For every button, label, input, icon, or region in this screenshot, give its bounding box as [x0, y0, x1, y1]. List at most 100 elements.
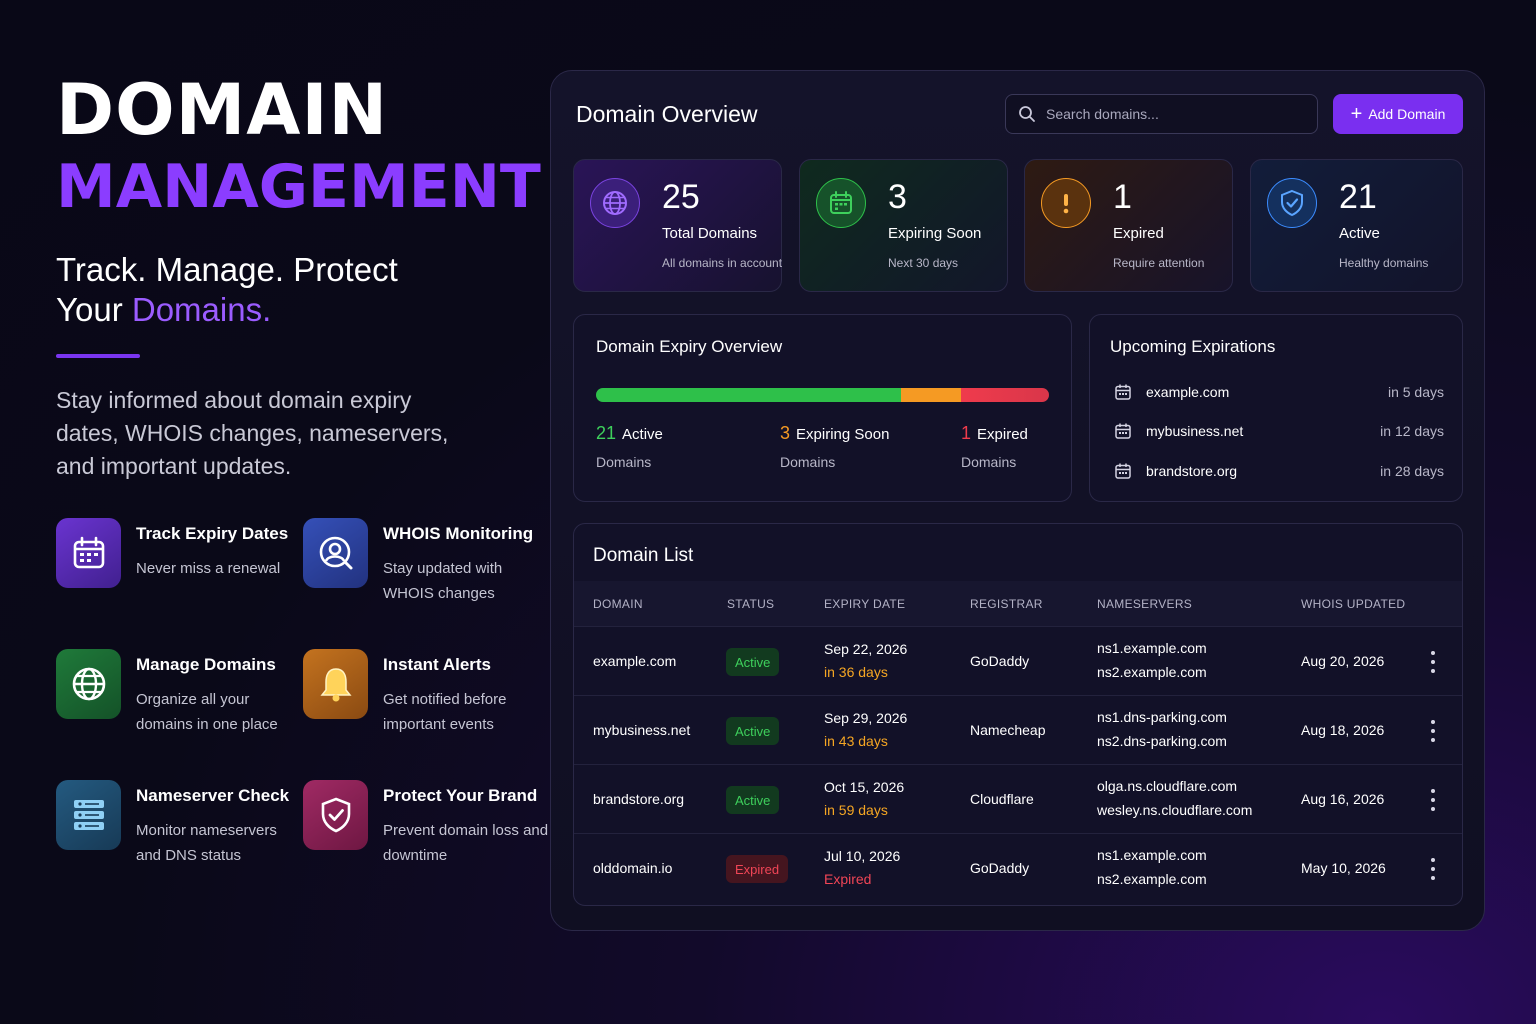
table-row[interactable]: olddomain.io Expired Jul 10, 2026 Expire…: [574, 833, 1462, 902]
feature-track-expiry: Track Expiry Dates Never miss a renewal: [56, 518, 296, 618]
hero-title-line1: DOMAIN: [56, 69, 389, 151]
cell-expiry-date: Jul 10, 2026: [824, 848, 901, 864]
stat-label: Total Domains: [662, 225, 758, 242]
search-input[interactable]: Search domains...: [1005, 94, 1318, 134]
upcoming-item[interactable]: mybusiness.net in 12 days: [1114, 420, 1444, 442]
tagline-your: Your: [56, 291, 132, 328]
col-header-expiry[interactable]: EXPIRY DATE: [824, 597, 905, 611]
legend-count: 21: [596, 423, 617, 443]
stat-label: Active: [1339, 225, 1380, 242]
add-domain-label: Add Domain: [1368, 106, 1446, 122]
tagline: Track. Manage. Protect Your Domains.: [56, 250, 526, 330]
upcoming-item[interactable]: brandstore.org in 28 days: [1114, 460, 1444, 482]
plus-icon: +: [1350, 103, 1363, 125]
stat-sub: All domains in account: [662, 256, 783, 270]
stat-expired[interactable]: 1 Expired Require attention: [1024, 159, 1233, 292]
row-menu-icon[interactable]: [1430, 651, 1436, 673]
stat-label: Expired: [1113, 225, 1164, 242]
stat-label: Expiring Soon: [888, 225, 982, 242]
row-menu-icon[interactable]: [1430, 858, 1436, 880]
feature-desc: Organize all your domains in one place: [136, 691, 278, 733]
cell-registrar: GoDaddy: [970, 653, 1030, 669]
cell-expiry-relative: in 43 days: [824, 733, 888, 749]
cell-nameserver-2: ns2.example.com: [1097, 871, 1207, 887]
tagline-line1: Track. Manage. Protect: [56, 251, 398, 288]
cell-expiry-relative: in 36 days: [824, 664, 888, 680]
col-header-registrar[interactable]: REGISTRAR: [970, 597, 1043, 611]
domain-list-card: Domain List DOMAIN STATUS EXPIRY DATE RE…: [573, 523, 1463, 906]
expiry-overview-card: Domain Expiry Overview 21 Active Domains …: [573, 314, 1072, 502]
status-badge: Active: [726, 786, 780, 814]
shield-check-icon: [303, 780, 368, 850]
col-header-domain[interactable]: DOMAIN: [593, 597, 643, 611]
exclamation-icon: [1041, 178, 1091, 228]
feature-desc: Prevent domain loss and downtime: [383, 822, 549, 864]
status-badge: Active: [726, 717, 780, 745]
upcoming-domain: example.com: [1146, 384, 1230, 400]
bar-segment-expiring: [901, 388, 961, 402]
cell-domain[interactable]: olddomain.io: [593, 860, 672, 876]
row-menu-icon[interactable]: [1430, 789, 1436, 811]
table-row[interactable]: brandstore.org Active Oct 15, 2026 in 59…: [574, 764, 1462, 833]
cell-nameserver-1: ns1.dns-parking.com: [1097, 709, 1227, 725]
stat-sub: Require attention: [1113, 256, 1205, 270]
globe-icon: [56, 649, 121, 719]
tagline-accent: Domains.: [131, 291, 272, 328]
hero-title-line2: MANAGEMENT: [56, 152, 541, 222]
stat-sub: Healthy domains: [1339, 256, 1429, 270]
cell-whois-updated: Aug 16, 2026: [1301, 791, 1385, 807]
stat-value: 1: [1113, 178, 1132, 216]
col-header-status[interactable]: STATUS: [727, 597, 774, 611]
row-menu-icon[interactable]: [1430, 720, 1436, 742]
legend-label: Active: [622, 426, 663, 443]
legend-label: Expired: [977, 426, 1028, 443]
upcoming-item[interactable]: example.com in 5 days: [1114, 381, 1444, 403]
feature-nameserver-check: Nameserver Check Monitor nameservers and…: [56, 780, 296, 880]
hero-divider: [56, 354, 140, 358]
feature-instant-alerts: Instant Alerts Get notified before impor…: [303, 649, 543, 749]
hero: DOMAIN MANAGEMENT Track. Manage. Protect…: [56, 69, 541, 483]
stat-value: 21: [1339, 178, 1377, 216]
search-placeholder: Search domains...: [1046, 106, 1159, 122]
upcoming-domain: mybusiness.net: [1146, 423, 1244, 439]
cell-registrar: Cloudflare: [970, 791, 1034, 807]
cell-whois-updated: May 10, 2026: [1301, 860, 1386, 876]
feature-desc: Stay updated with WHOIS changes: [383, 560, 503, 602]
dashboard-panel: Domain Overview Search domains... + Add …: [550, 70, 1485, 931]
calendar-icon: [816, 178, 866, 228]
calendar-icon: [1115, 423, 1131, 439]
calendar-icon: [1115, 463, 1131, 479]
cell-nameserver-1: ns1.example.com: [1097, 847, 1207, 863]
globe-icon: [590, 178, 640, 228]
feature-title: WHOIS Monitoring: [383, 524, 534, 543]
stat-expiring-soon[interactable]: 3 Expiring Soon Next 30 days: [799, 159, 1008, 292]
calendar-icon: [1115, 384, 1131, 400]
user-search-icon: [303, 518, 368, 588]
feature-desc: Monitor nameservers and DNS status: [136, 822, 277, 864]
cell-nameserver-2: ns2.dns-parking.com: [1097, 733, 1227, 749]
cell-domain[interactable]: brandstore.org: [593, 791, 684, 807]
server-icon: [56, 780, 121, 850]
stat-active[interactable]: 21 Active Healthy domains: [1250, 159, 1463, 292]
cell-whois-updated: Aug 20, 2026: [1301, 653, 1385, 669]
bar-segment-active: [596, 388, 901, 402]
legend-expiring: 3 Expiring Soon Domains: [780, 423, 889, 470]
upcoming-domain: brandstore.org: [1146, 463, 1238, 479]
cell-domain[interactable]: example.com: [593, 653, 676, 669]
col-header-nameservers[interactable]: NAMESERVERS: [1097, 597, 1192, 611]
legend-expired: 1 Expired Domains: [961, 423, 1028, 470]
feature-desc: Get notified before important events: [383, 691, 507, 733]
legend-sub: Domains: [596, 454, 652, 470]
bar-segment-expired: [961, 388, 1049, 402]
col-header-whois[interactable]: WHOIS UPDATED: [1301, 597, 1405, 611]
add-domain-button[interactable]: + Add Domain: [1333, 94, 1463, 134]
card-title: Domain List: [593, 545, 694, 566]
card-title: Domain Expiry Overview: [596, 337, 783, 356]
feature-whois-monitoring: WHOIS Monitoring Stay updated with WHOIS…: [303, 518, 543, 618]
table-row[interactable]: example.com Active Sep 22, 2026 in 36 da…: [574, 626, 1462, 695]
cell-registrar: Namecheap: [970, 722, 1046, 738]
cell-domain[interactable]: mybusiness.net: [593, 722, 690, 738]
upcoming-days: in 5 days: [1387, 384, 1444, 400]
stat-total-domains[interactable]: 25 Total Domains All domains in account: [573, 159, 782, 292]
table-row[interactable]: mybusiness.net Active Sep 29, 2026 in 43…: [574, 695, 1462, 764]
